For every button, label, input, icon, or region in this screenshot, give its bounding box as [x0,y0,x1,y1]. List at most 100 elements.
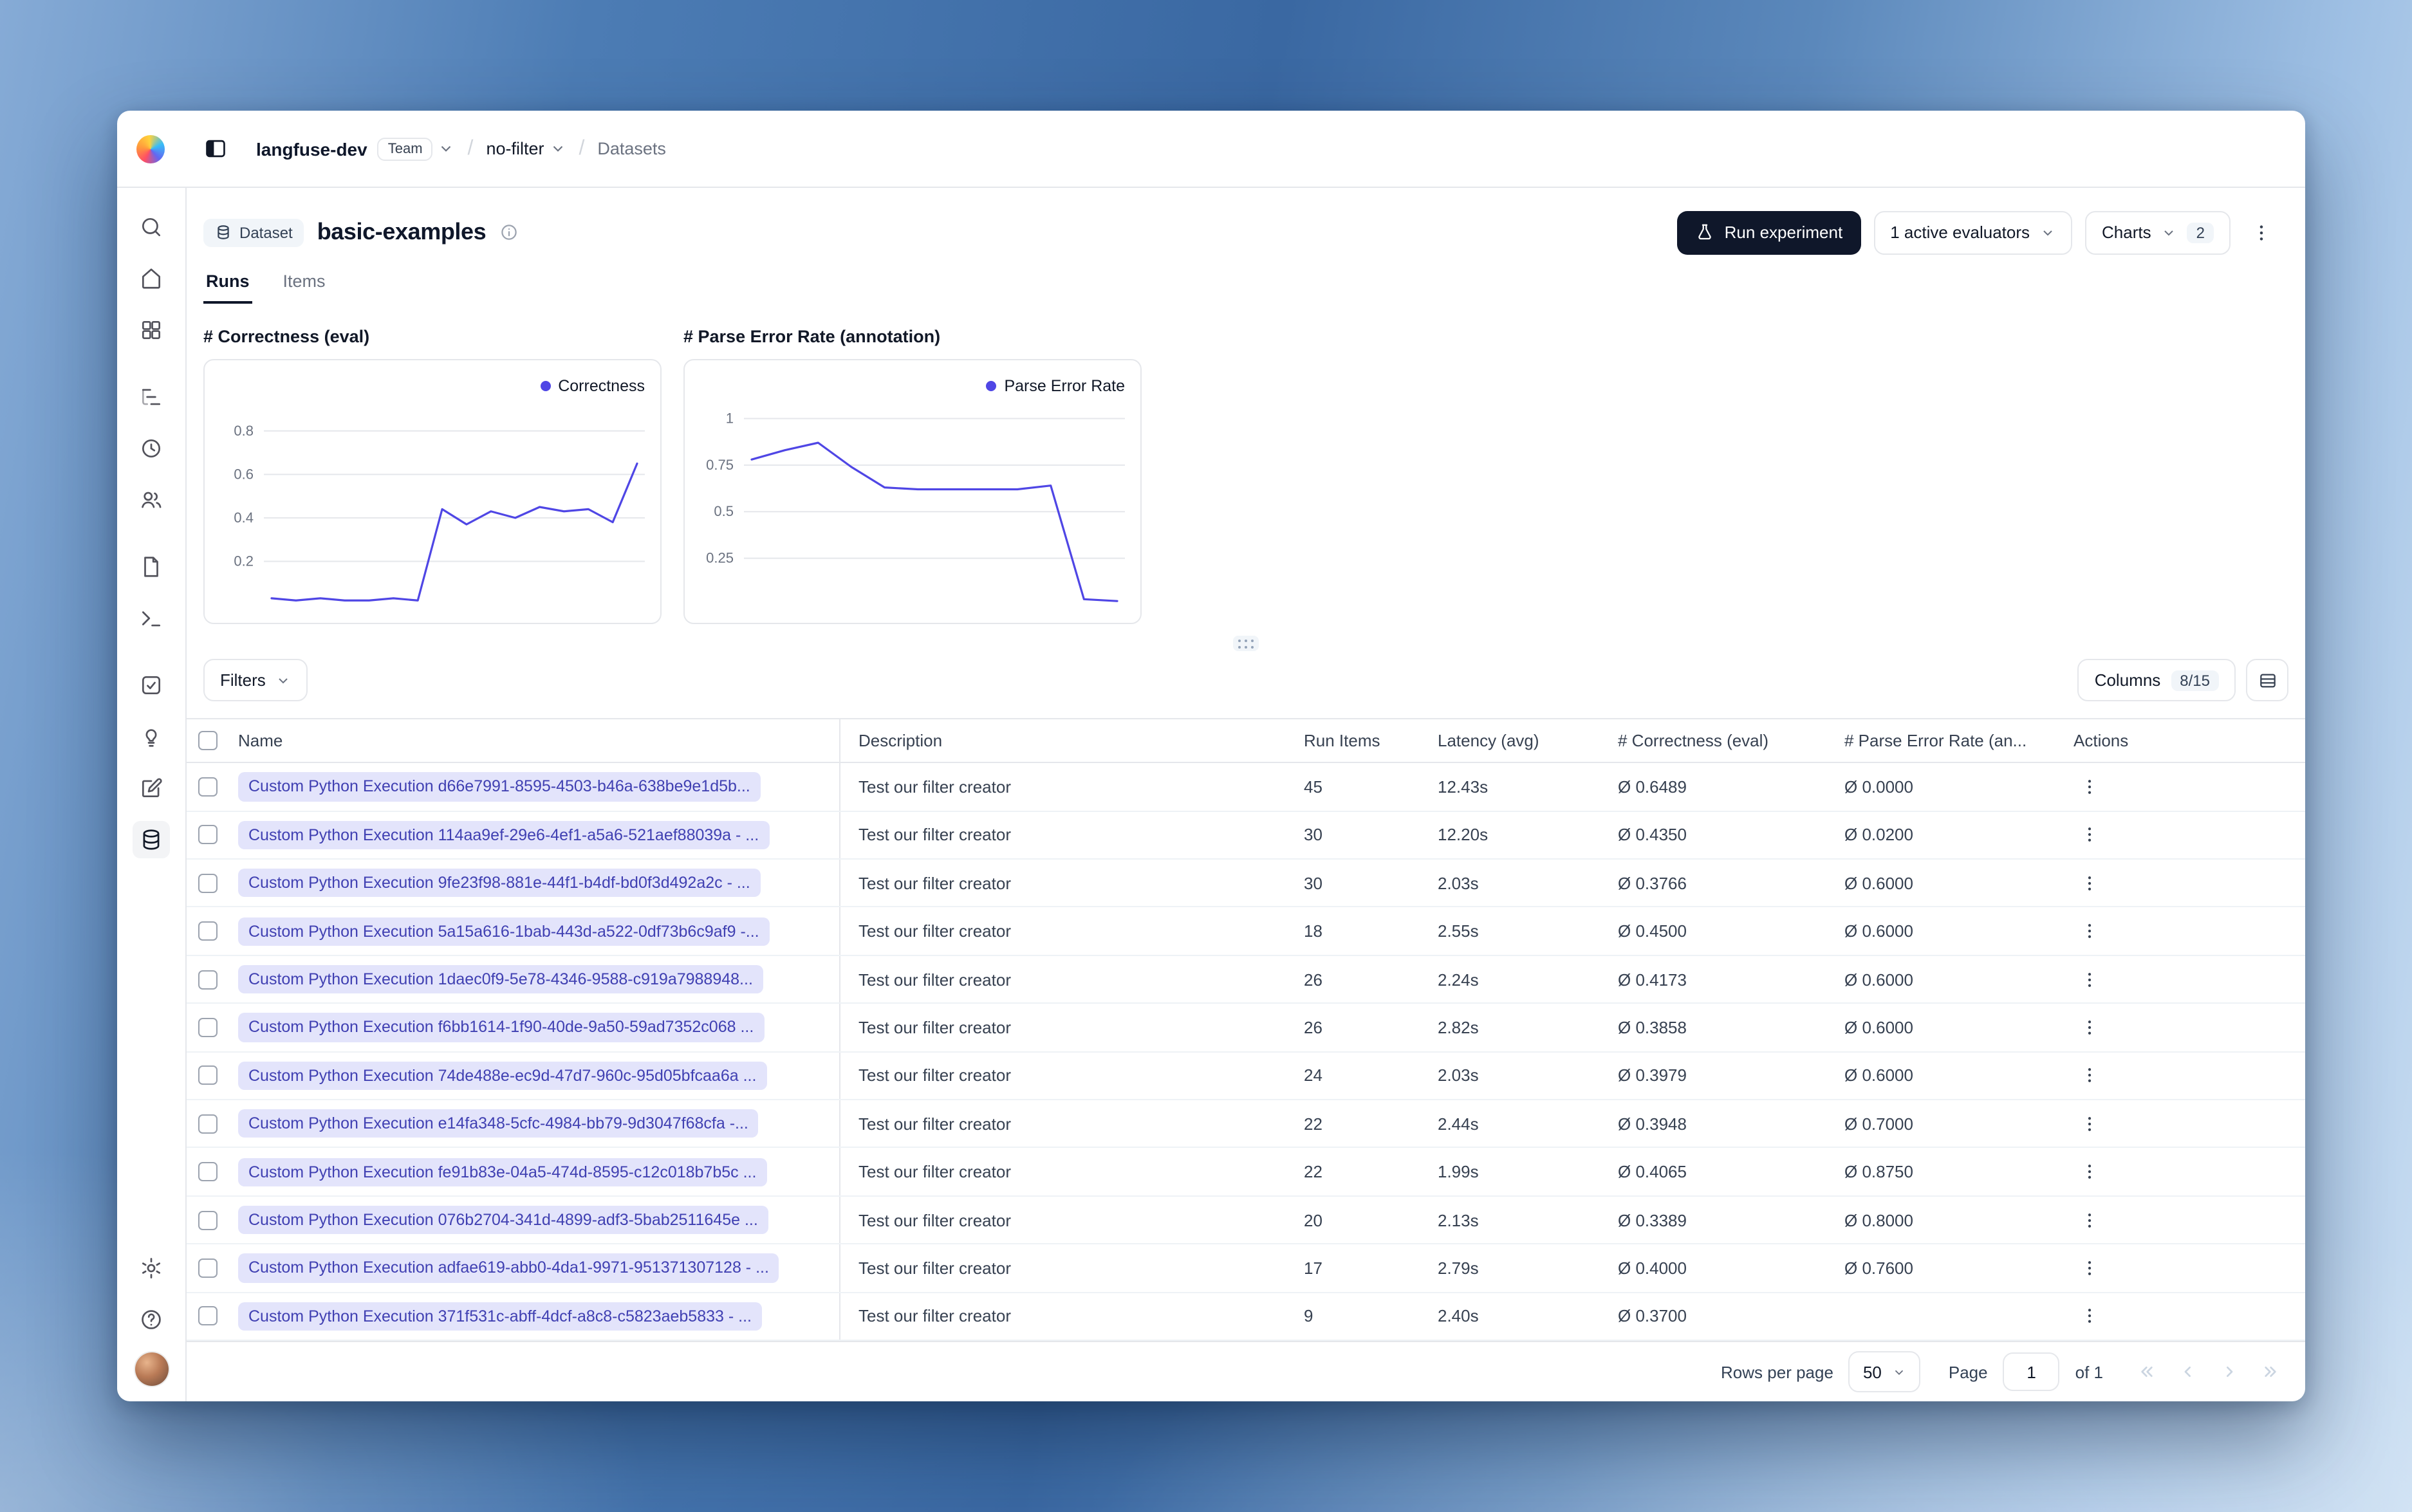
run-name-pill[interactable]: Custom Python Execution f6bb1614-1f90-40… [238,1013,765,1042]
sidebar-item-settings[interactable] [133,1249,170,1287]
run-name-pill[interactable]: Custom Python Execution 74de488e-ec9d-47… [238,1061,767,1090]
tab-items[interactable]: Items [281,267,328,304]
run-name-pill[interactable]: Custom Python Execution fe91b83e-04a5-47… [238,1157,767,1186]
row-checkbox[interactable] [187,1306,238,1326]
sidebar-item-datasets[interactable] [133,821,170,858]
header-parse-error[interactable]: # Parse Error Rate (an... [1826,732,2055,751]
run-name-cell[interactable]: Custom Python Execution adfae619-abb0-4d… [238,1244,840,1292]
sidebar-item-dashboards[interactable] [133,311,170,349]
first-page-button[interactable] [2129,1354,2165,1390]
run-name-cell[interactable]: Custom Python Execution 74de488e-ec9d-47… [238,1052,840,1100]
run-name-pill[interactable]: Custom Python Execution e14fa348-5cfc-49… [238,1109,759,1138]
row-checkbox[interactable] [187,1162,238,1182]
sidebar-toggle-button[interactable] [203,136,228,161]
sidebar-item-help[interactable] [133,1301,170,1338]
header-run-items[interactable]: Run Items [1286,732,1420,751]
sidebar-item-home[interactable] [133,260,170,297]
user-avatar[interactable] [135,1352,168,1386]
row-actions-button[interactable] [2073,1301,2104,1332]
sidebar-item-sessions[interactable] [133,430,170,467]
run-name-pill[interactable]: Custom Python Execution 5a15a616-1bab-44… [238,917,770,946]
table-row[interactable]: Custom Python Execution 1daec0f9-5e78-43… [187,955,2305,1004]
run-name-cell[interactable]: Custom Python Execution fe91b83e-04a5-47… [238,1148,840,1195]
table-row[interactable]: Custom Python Execution e14fa348-5cfc-49… [187,1100,2305,1148]
page-number-input[interactable] [2003,1352,2060,1391]
row-checkbox[interactable] [187,777,238,797]
last-page-button[interactable] [2252,1354,2288,1390]
tab-runs[interactable]: Runs [203,267,252,304]
run-experiment-button[interactable]: Run experiment [1676,210,1861,255]
rows-per-page-select[interactable]: 50 [1848,1351,1920,1392]
run-name-cell[interactable]: Custom Python Execution 076b2704-341d-48… [238,1196,840,1244]
org-chevron-down-icon[interactable] [438,140,455,157]
row-actions-button[interactable] [2073,1012,2104,1043]
run-name-cell[interactable]: Custom Python Execution 9fe23f98-881e-44… [238,860,840,907]
row-actions-button[interactable] [2073,1060,2104,1091]
row-actions-button[interactable] [2073,916,2104,946]
row-checkbox[interactable] [187,1017,238,1037]
run-name-cell[interactable]: Custom Python Execution 5a15a616-1bab-44… [238,907,840,955]
row-checkbox[interactable] [187,873,238,893]
sidebar-item-users[interactable] [133,481,170,519]
row-actions-button[interactable] [2073,964,2104,995]
charts-dropdown[interactable]: Charts 2 [2085,210,2231,255]
sidebar-item-search[interactable] [133,208,170,246]
row-checkbox[interactable] [187,825,238,845]
table-row[interactable]: Custom Python Execution fe91b83e-04a5-47… [187,1148,2305,1197]
sidebar-item-playground[interactable] [133,600,170,637]
run-name-pill[interactable]: Custom Python Execution 1daec0f9-5e78-43… [238,964,763,994]
row-checkbox[interactable] [187,1065,238,1085]
run-name-cell[interactable]: Custom Python Execution 114aa9ef-29e6-4e… [238,811,840,859]
run-name-pill[interactable]: Custom Python Execution d66e7991-8595-45… [238,772,761,802]
sidebar-item-prompts[interactable] [133,548,170,585]
run-name-pill[interactable]: Custom Python Execution 076b2704-341d-48… [238,1205,768,1235]
row-checkbox[interactable] [187,970,238,990]
table-row[interactable]: Custom Python Execution 076b2704-341d-48… [187,1196,2305,1245]
resize-grip-icon[interactable] [1233,636,1259,652]
run-name-pill[interactable]: Custom Python Execution 9fe23f98-881e-44… [238,869,761,898]
run-name-pill[interactable]: Custom Python Execution 371f531c-abff-4d… [238,1302,762,1331]
table-row[interactable]: Custom Python Execution adfae619-abb0-4d… [187,1244,2305,1293]
table-row[interactable]: Custom Python Execution 9fe23f98-881e-44… [187,860,2305,908]
breadcrumb-section[interactable]: Datasets [597,139,666,158]
sidebar-item-evaluators[interactable] [133,667,170,704]
row-actions-button[interactable] [2073,1204,2104,1235]
table-row[interactable]: Custom Python Execution f6bb1614-1f90-40… [187,1004,2305,1053]
row-actions-button[interactable] [2073,1108,2104,1139]
table-row[interactable]: Custom Python Execution 114aa9ef-29e6-4e… [187,811,2305,860]
sidebar-item-suggestions[interactable] [133,718,170,755]
table-row[interactable]: Custom Python Execution d66e7991-8595-45… [187,763,2305,812]
run-name-cell[interactable]: Custom Python Execution d66e7991-8595-45… [238,763,840,811]
org-name[interactable]: langfuse-dev [256,138,367,159]
row-actions-button[interactable] [2073,771,2104,802]
prev-page-button[interactable] [2170,1354,2206,1390]
info-icon[interactable] [499,223,518,242]
project-chevron-down-icon[interactable] [549,140,566,157]
sidebar-item-annotation[interactable] [133,770,170,807]
row-checkbox[interactable] [187,1210,238,1230]
next-page-button[interactable] [2211,1354,2247,1390]
header-name[interactable]: Name [238,719,840,762]
table-row[interactable]: Custom Python Execution 5a15a616-1bab-44… [187,907,2305,956]
table-row[interactable]: Custom Python Execution 74de488e-ec9d-47… [187,1052,2305,1101]
header-description[interactable]: Description [840,732,1286,751]
row-actions-button[interactable] [2073,868,2104,899]
row-actions-button[interactable] [2073,1156,2104,1187]
project-name[interactable]: no-filter [486,139,544,158]
row-checkbox[interactable] [187,921,238,941]
header-latency[interactable]: Latency (avg) [1420,732,1600,751]
run-name-cell[interactable]: Custom Python Execution 1daec0f9-5e78-43… [238,955,840,1003]
table-row[interactable]: Custom Python Execution 371f531c-abff-4d… [187,1293,2305,1341]
row-checkbox[interactable] [187,1114,238,1134]
run-name-pill[interactable]: Custom Python Execution adfae619-abb0-4d… [238,1253,779,1283]
run-name-cell[interactable]: Custom Python Execution 371f531c-abff-4d… [238,1293,840,1340]
columns-button[interactable]: Columns 8/15 [2077,659,2236,702]
header-correctness[interactable]: # Correctness (eval) [1600,732,1826,751]
row-actions-button[interactable] [2073,1253,2104,1284]
run-name-cell[interactable]: Custom Python Execution e14fa348-5cfc-49… [238,1100,840,1147]
run-name-pill[interactable]: Custom Python Execution 114aa9ef-29e6-4e… [238,820,770,850]
filters-button[interactable]: Filters [203,659,308,702]
row-actions-button[interactable] [2073,820,2104,851]
row-height-button[interactable] [2246,659,2288,702]
run-name-cell[interactable]: Custom Python Execution f6bb1614-1f90-40… [238,1004,840,1051]
